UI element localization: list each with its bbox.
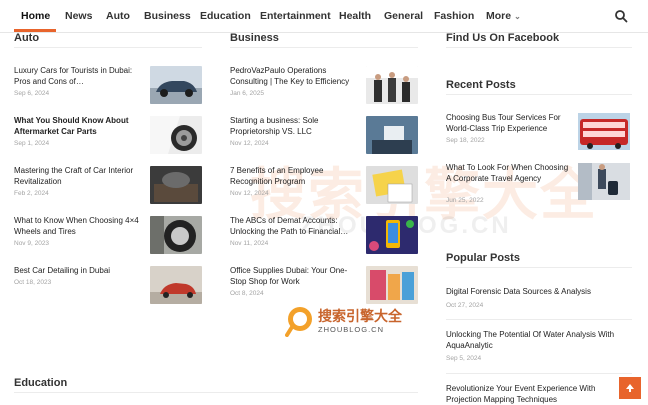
list-item: What To Look For When Choosing A Corpora… <box>446 163 636 204</box>
search-icon[interactable] <box>614 9 628 23</box>
post-title[interactable]: Unlocking The Potential Of Water Analysi… <box>446 330 636 351</box>
section-divider <box>230 47 418 48</box>
list-item: Office Supplies Dubai: Your One-Stop Sho… <box>230 266 420 306</box>
list-item: Luxury Cars for Tourists in Dubai: Pros … <box>14 66 204 106</box>
post-thumbnail[interactable] <box>366 166 418 204</box>
post-date: Feb 2, 2024 <box>14 190 49 197</box>
post-title[interactable]: Revolutionize Your Event Experience With… <box>446 384 616 405</box>
section-divider <box>14 47 202 48</box>
post-title[interactable]: 7 Benefits of an Employee Recognition Pr… <box>230 166 360 187</box>
post-title[interactable]: Choosing Bus Tour Services For World-Cla… <box>446 113 570 134</box>
section-divider <box>446 47 632 48</box>
nav-fashion[interactable]: Fashion <box>434 10 474 22</box>
post-thumbnail[interactable] <box>578 113 630 150</box>
post-title[interactable]: Digital Forensic Data Sources & Analysis <box>446 287 636 298</box>
post-thumbnail[interactable] <box>366 66 418 104</box>
post-title[interactable]: Office Supplies Dubai: Your One-Stop Sho… <box>230 266 360 287</box>
post-date: Nov 12, 2024 <box>230 190 269 197</box>
post-thumbnail[interactable] <box>578 163 630 200</box>
post-title[interactable]: PedroVazPaulo Operations Consulting | Th… <box>230 66 360 87</box>
watermark-logo-text: 搜索引擎大全 <box>318 309 402 325</box>
post-title[interactable]: Best Car Detailing in Dubai <box>14 266 144 277</box>
list-divider <box>446 373 632 374</box>
post-title[interactable]: The ABCs of Demat Accounts: Unlocking th… <box>230 216 360 237</box>
list-item: What to Know When Choosing 4×4 Wheels an… <box>14 216 204 256</box>
list-divider <box>446 319 632 320</box>
chevron-down-icon: ⌄ <box>514 12 521 21</box>
post-title[interactable]: Luxury Cars for Tourists in Dubai: Pros … <box>14 66 144 87</box>
post-date: Nov 11, 2024 <box>230 240 269 247</box>
scroll-to-top-button[interactable] <box>619 377 641 399</box>
list-item: The ABCs of Demat Accounts: Unlocking th… <box>230 216 420 256</box>
post-title[interactable]: What You Should Know About Aftermarket C… <box>14 116 144 137</box>
nav-more-label: More <box>486 10 512 22</box>
list-item: PedroVazPaulo Operations Consulting | Th… <box>230 66 420 106</box>
section-divider <box>446 267 632 268</box>
post-title[interactable]: Starting a business: Sole Proprietorship… <box>230 116 360 137</box>
nav-news[interactable]: News <box>65 10 92 22</box>
list-item: What You Should Know About Aftermarket C… <box>14 116 204 156</box>
main-nav: Home News Auto Business Education Entert… <box>0 0 648 33</box>
nav-auto[interactable]: Auto <box>106 10 130 22</box>
post-thumbnail[interactable] <box>150 66 202 104</box>
post-thumbnail[interactable] <box>366 116 418 154</box>
nav-general[interactable]: General <box>384 10 423 22</box>
post-date: Oct 27, 2024 <box>446 301 484 309</box>
post-date: Sep 1, 2024 <box>14 140 50 147</box>
list-item: Revolutionize Your Event Experience With… <box>446 384 616 405</box>
watermark-logo-subtext: ZHOUBLOG.CN <box>318 325 385 334</box>
post-date: Nov 9, 2023 <box>14 240 50 247</box>
post-date: Nov 12, 2024 <box>230 140 269 147</box>
post-title[interactable]: What to Know When Choosing 4×4 Wheels an… <box>14 216 144 237</box>
post-date: Sep 5, 2024 <box>446 355 482 362</box>
post-thumbnail[interactable] <box>150 266 202 304</box>
post-thumbnail[interactable] <box>366 266 418 304</box>
post-thumbnail[interactable] <box>366 216 418 254</box>
post-date: Oct 18, 2023 <box>14 279 52 286</box>
nav-health[interactable]: Health <box>339 10 371 22</box>
nav-more[interactable]: More ⌄ <box>486 10 521 22</box>
post-thumbnail[interactable] <box>150 166 202 204</box>
post-title[interactable]: What To Look For When Choosing A Corpora… <box>446 163 570 184</box>
post-title[interactable]: Mastering the Craft of Car Interior Revi… <box>14 166 144 187</box>
list-item: Starting a business: Sole Proprietorship… <box>230 116 420 156</box>
list-item: Unlocking The Potential Of Water Analysi… <box>446 330 636 362</box>
arrow-up-icon <box>626 384 634 392</box>
post-date: Jan 6, 2025 <box>230 90 264 97</box>
list-item: Mastering the Craft of Car Interior Revi… <box>14 166 204 206</box>
post-date: Jun 25, 2022 <box>446 197 484 204</box>
list-item: 7 Benefits of an Employee Recognition Pr… <box>230 166 420 206</box>
section-divider <box>14 392 418 393</box>
post-date: Sep 18, 2022 <box>446 137 485 144</box>
nav-education[interactable]: Education <box>200 10 251 22</box>
list-item: Choosing Bus Tour Services For World-Cla… <box>446 113 636 153</box>
post-date: Oct 8, 2024 <box>230 290 264 297</box>
section-divider <box>446 94 632 95</box>
post-thumbnail[interactable] <box>150 116 202 154</box>
nav-home[interactable]: Home <box>21 10 50 22</box>
nav-business[interactable]: Business <box>144 10 191 22</box>
list-item: Best Car Detailing in Dubai Oct 18, 2023 <box>14 266 204 306</box>
list-item: Digital Forensic Data Sources & Analysis… <box>446 287 636 309</box>
post-thumbnail[interactable] <box>150 216 202 254</box>
nav-entertainment[interactable]: Entertainment <box>260 10 331 22</box>
post-date: Sep 6, 2024 <box>14 90 50 97</box>
